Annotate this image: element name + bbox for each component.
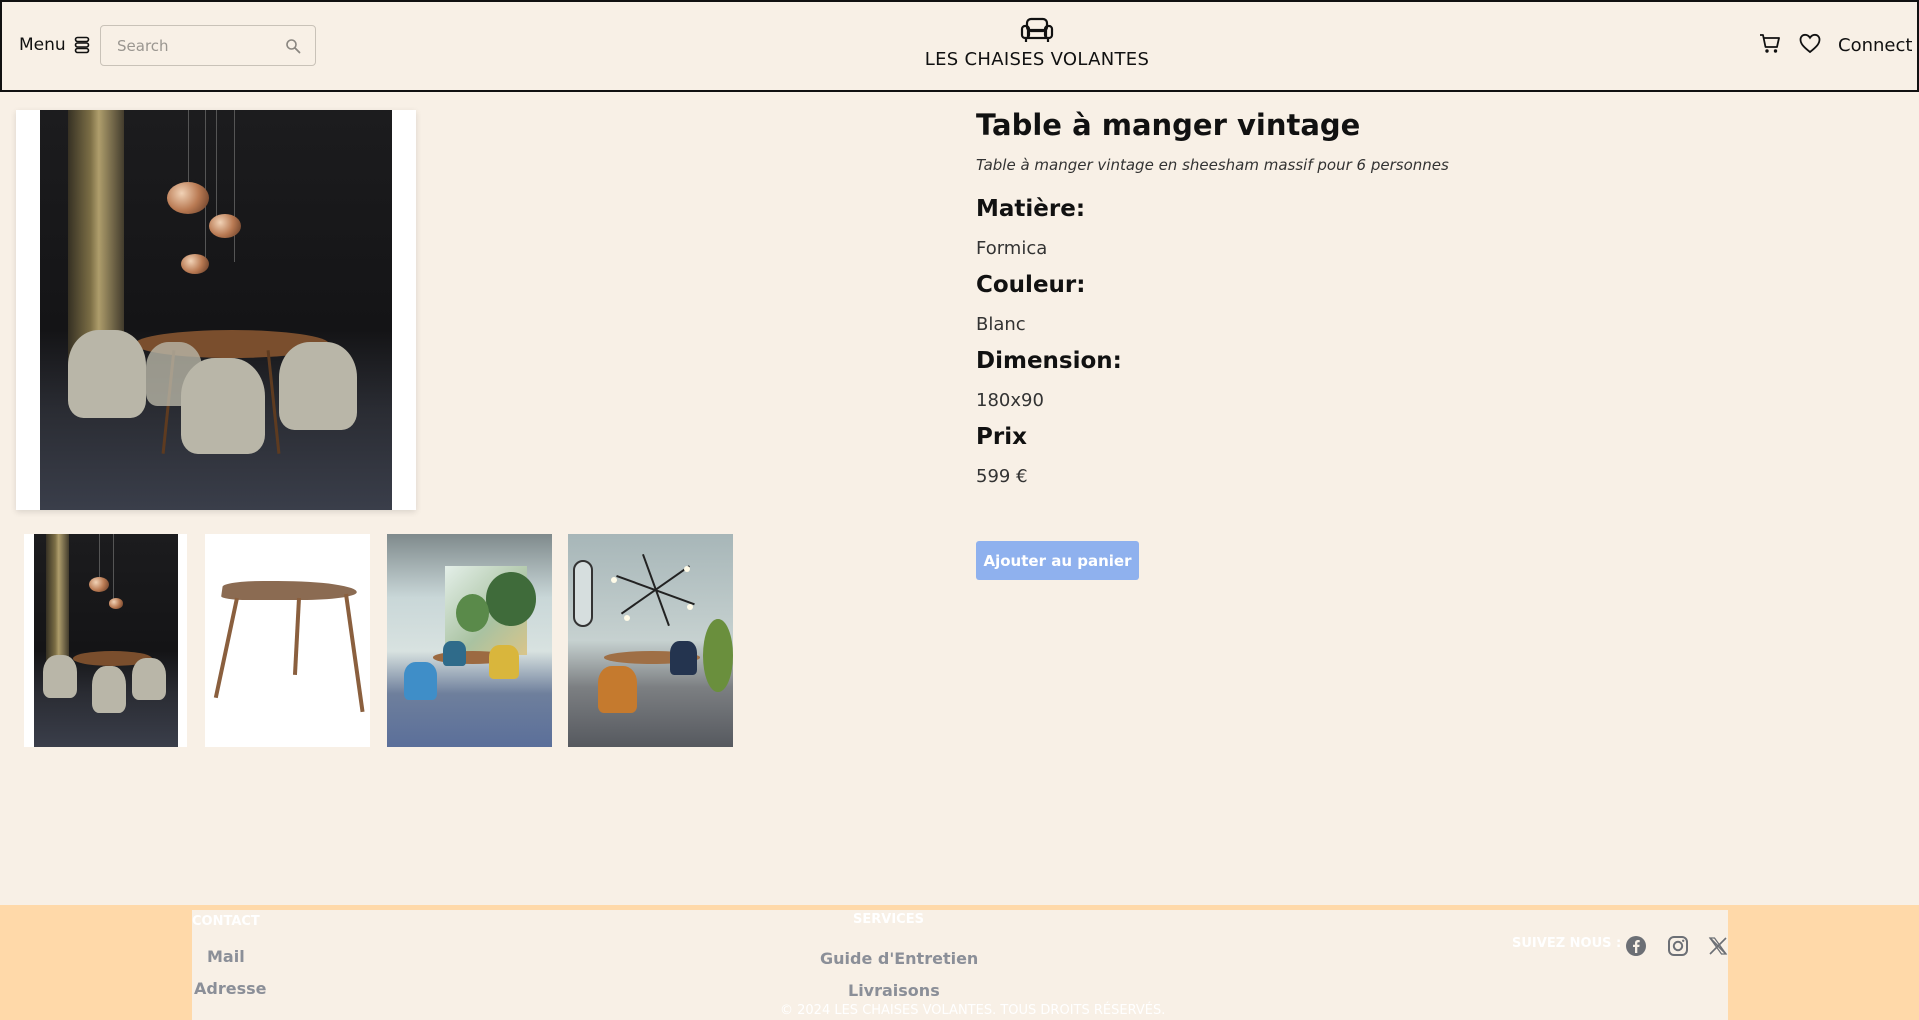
search-box	[100, 25, 316, 66]
search-input[interactable]	[101, 35, 279, 56]
x-icon[interactable]	[1707, 935, 1729, 957]
menu-label: Menu	[19, 35, 66, 55]
services-heading: SERVICES	[853, 912, 924, 927]
spec-label-color: Couleur:	[976, 272, 1086, 298]
spec-value-material: Formica	[976, 238, 1048, 259]
spec-label-dimension: Dimension:	[976, 348, 1122, 374]
facebook-icon[interactable]	[1625, 935, 1647, 957]
dining-room-dark-photo	[34, 534, 178, 747]
copyright-text: © 2024 LES CHAISES VOLANTES. TOUS DROITS…	[780, 1003, 1166, 1018]
add-to-cart-button[interactable]: Ajouter au panier	[976, 541, 1139, 580]
contact-heading: CONTACT	[192, 914, 260, 929]
care-guide-link[interactable]: Guide d'Entretien	[820, 949, 978, 968]
product-title: Table à manger vintage	[976, 108, 1361, 142]
deliveries-link[interactable]: Livraisons	[848, 981, 940, 1000]
spec-value-color: Blanc	[976, 314, 1026, 335]
heart-icon[interactable]	[1799, 33, 1821, 54]
dining-room-bright-photo	[387, 534, 552, 747]
cart-icon[interactable]	[1759, 33, 1781, 55]
search-icon[interactable]	[285, 38, 301, 54]
brand-logo[interactable]: LES CHAISES VOLANTES	[902, 16, 1172, 70]
spec-value-price: 599 €	[976, 466, 1028, 487]
follow-us-label: SUIVEZ NOUS :	[1512, 936, 1622, 951]
connect-link[interactable]: Connect	[1838, 35, 1912, 56]
triangular-table-photo	[205, 534, 370, 747]
spec-label-material: Matière:	[976, 196, 1086, 222]
address-link[interactable]: Adresse	[194, 979, 266, 998]
thumbnail-3[interactable]	[387, 534, 552, 747]
main-product-image	[16, 110, 416, 510]
thumbnail-4[interactable]	[568, 534, 733, 747]
thumbnail-1[interactable]	[24, 534, 187, 747]
spec-value-dimension: 180x90	[976, 390, 1044, 411]
dining-room-grey-photo	[568, 534, 733, 747]
instagram-icon[interactable]	[1667, 935, 1689, 957]
stack-icon	[74, 36, 89, 54]
menu-button[interactable]: Menu	[19, 35, 90, 55]
spec-label-price: Prix	[976, 424, 1027, 450]
product-subtitle: Table à manger vintage en sheesham massi…	[976, 156, 1449, 174]
brand-name: LES CHAISES VOLANTES	[924, 49, 1150, 70]
site-header: Menu LES CHAISES VOLANTES Connec	[0, 0, 1919, 92]
mail-link[interactable]: Mail	[207, 947, 245, 966]
armchair-icon	[1020, 17, 1054, 42]
thumbnail-2[interactable]	[205, 534, 370, 747]
dining-room-dark-photo	[40, 110, 392, 510]
